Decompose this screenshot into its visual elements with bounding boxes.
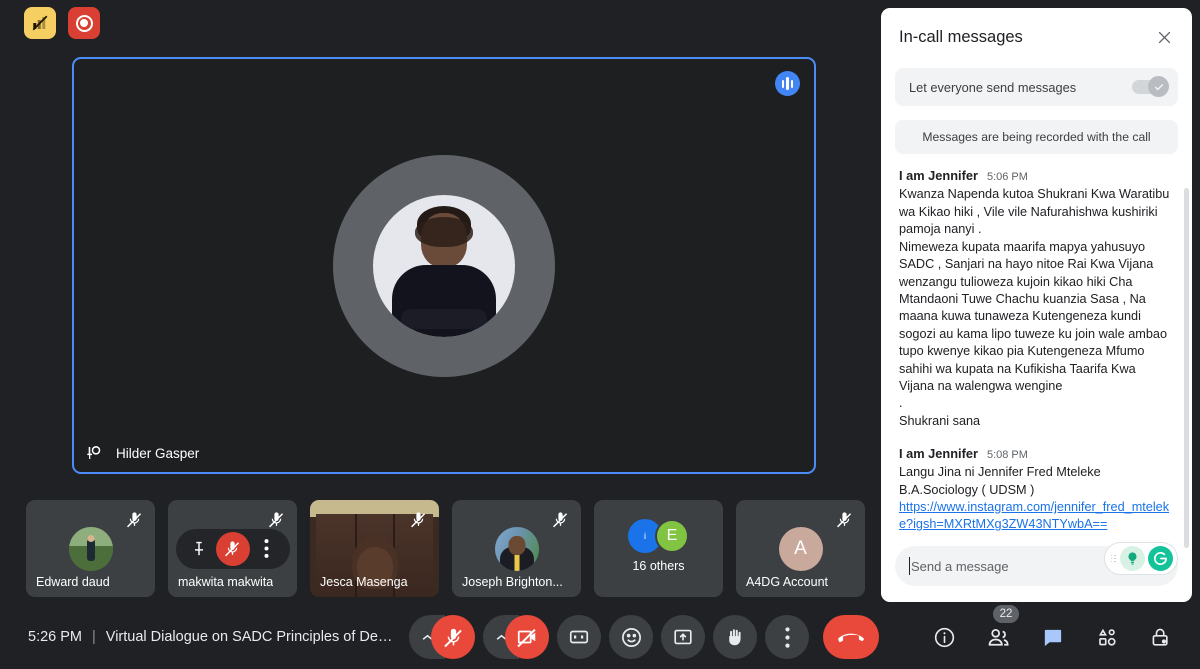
- chat-panel-button[interactable]: [1034, 619, 1070, 655]
- message-text: Kwanza Napenda kutoa Shukrani Kwa Warati…: [899, 187, 1170, 428]
- camera-toggle[interactable]: [505, 615, 549, 659]
- record-dot-outer: [75, 14, 93, 32]
- panel-title: In-call messages: [899, 27, 1023, 46]
- message-time: 5:08 PM: [986, 449, 1028, 462]
- grammarly-logo-icon[interactable]: [1148, 546, 1173, 572]
- poor-network-icon[interactable]: [24, 7, 56, 39]
- google-meet-window: Hilder Gasper Edward daud makwita makwit…: [0, 0, 1200, 669]
- avatar: A: [778, 526, 823, 571]
- chat-scrollbar[interactable]: [1184, 188, 1189, 548]
- host-controls-button[interactable]: [1142, 619, 1178, 655]
- microphone-control-group: [409, 615, 475, 659]
- thumbnail-label: A4DG Account: [746, 575, 828, 589]
- mic-off-icon: [406, 507, 430, 531]
- more-options-button[interactable]: [250, 532, 284, 566]
- group-avatars: i E: [628, 518, 689, 553]
- current-time: 5:26 PM: [28, 629, 82, 645]
- send-messages-toggle[interactable]: [1132, 76, 1169, 98]
- pin-icon: [86, 444, 102, 462]
- activities-panel-button[interactable]: [1088, 619, 1124, 655]
- mic-off-icon: [264, 507, 288, 531]
- chat-message: I am Jennifer 5:08 PM Langu Jina ni Jenn…: [899, 446, 1174, 534]
- close-icon[interactable]: [1150, 23, 1178, 51]
- microphone-toggle[interactable]: [431, 615, 475, 659]
- participant-count-badge: 22: [993, 605, 1019, 623]
- call-controls: [409, 615, 879, 659]
- panel-toggles: 22: [926, 605, 1178, 655]
- status-indicators: [24, 7, 100, 39]
- spotlight-tile[interactable]: Hilder Gasper: [72, 57, 816, 474]
- toggle-label: Let everyone send messages: [909, 79, 1077, 95]
- pin-button[interactable]: [182, 532, 216, 566]
- spotlight-name: Hilder Gasper: [116, 445, 200, 461]
- message-author: I am Jennifer: [899, 168, 978, 184]
- chat-message: I am Jennifer 5:06 PM Kwanza Napenda kut…: [899, 168, 1174, 430]
- message-author: I am Jennifer: [899, 446, 978, 462]
- audio-level-icon: [775, 71, 800, 96]
- message-list[interactable]: I am Jennifer 5:06 PM Kwanza Napenda kut…: [881, 154, 1192, 538]
- people-panel-button[interactable]: 22: [980, 605, 1019, 655]
- thumbnail-edward-daud[interactable]: Edward daud: [26, 500, 155, 597]
- captions-toggle[interactable]: [557, 615, 601, 659]
- let-everyone-send-messages-row[interactable]: Let everyone send messages: [895, 68, 1178, 107]
- drag-handle-icon[interactable]: [1110, 554, 1117, 563]
- meeting-title: Virtual Dialogue on SADC Principles of D…: [105, 629, 393, 645]
- separator: |: [92, 629, 96, 645]
- spotlight-name-overlay: Hilder Gasper: [86, 444, 199, 462]
- emoji-reactions-button[interactable]: [609, 615, 653, 659]
- mute-participant-button[interactable]: [215, 531, 250, 566]
- recording-indicator[interactable]: [68, 7, 100, 39]
- recording-notice: Messages are being recorded with the cal…: [895, 120, 1178, 155]
- chat-composer-area: Send a message: [881, 538, 1192, 602]
- thumbnail-other-participants[interactable]: i E 16 others: [594, 500, 723, 597]
- message-placeholder: Send a message: [911, 558, 1009, 574]
- raise-hand-button[interactable]: [713, 615, 757, 659]
- mic-off-icon: [548, 507, 572, 531]
- participant-thumbnail-strip: Edward daud makwita makwita Jesca Maseng…: [26, 500, 865, 597]
- avatar-initial: A: [794, 537, 807, 559]
- message-time: 5:06 PM: [986, 171, 1028, 184]
- record-dot-inner: [80, 19, 88, 27]
- meeting-info: 5:26 PM | Virtual Dialogue on SADC Princ…: [28, 629, 392, 645]
- in-call-messages-panel: In-call messages Let everyone send messa…: [881, 8, 1192, 602]
- leave-call-button[interactable]: [823, 615, 879, 659]
- meeting-toolbar: 5:26 PM | Virtual Dialogue on SADC Princ…: [0, 605, 1200, 669]
- mic-off-icon: [122, 507, 146, 531]
- more-options-button[interactable]: [765, 615, 809, 659]
- thumbnail-label: Joseph Brighton...: [462, 575, 563, 589]
- camera-control-group: [483, 615, 549, 659]
- avatar: [494, 526, 539, 571]
- thumbnail-hover-controls: [175, 528, 290, 569]
- meeting-details-button[interactable]: [926, 619, 962, 655]
- message-header: I am Jennifer 5:08 PM: [899, 446, 1174, 461]
- video-stage: Hilder Gasper Edward daud makwita makwit…: [0, 0, 876, 605]
- present-screen-button[interactable]: [661, 615, 705, 659]
- thumbnail-label: 16 others: [632, 558, 685, 573]
- chat-header: In-call messages: [881, 8, 1192, 66]
- grammarly-widget[interactable]: [1103, 542, 1178, 576]
- toggle-knob: [1148, 76, 1169, 98]
- avatar-photo: [373, 194, 515, 337]
- message-text: Langu Jina ni Jennifer Fred Mteleke B.A.…: [899, 465, 1101, 497]
- text-cursor: [909, 557, 910, 576]
- thumbnail-jesca-masenga[interactable]: Jesca Masenga: [310, 500, 439, 597]
- avatar: [68, 526, 113, 571]
- grammarly-suggestion-icon[interactable]: [1120, 546, 1145, 572]
- message-link[interactable]: https://www.instagram.com/jennifer_fred_…: [899, 499, 1174, 534]
- mic-off-icon: [832, 507, 856, 531]
- thumbnail-label: makwita makwita: [178, 575, 274, 589]
- message-header: I am Jennifer 5:06 PM: [899, 168, 1174, 183]
- thumbnail-label: Jesca Masenga: [320, 575, 408, 589]
- thumbnail-makwita-makwita[interactable]: makwita makwita: [168, 500, 297, 597]
- avatar: [333, 154, 555, 377]
- thumbnail-joseph-brighton[interactable]: Joseph Brighton...: [452, 500, 581, 597]
- thumbnail-label: Edward daud: [36, 575, 110, 589]
- thumbnail-a4dg-account[interactable]: A A4DG Account: [736, 500, 865, 597]
- avatar: E: [655, 518, 689, 553]
